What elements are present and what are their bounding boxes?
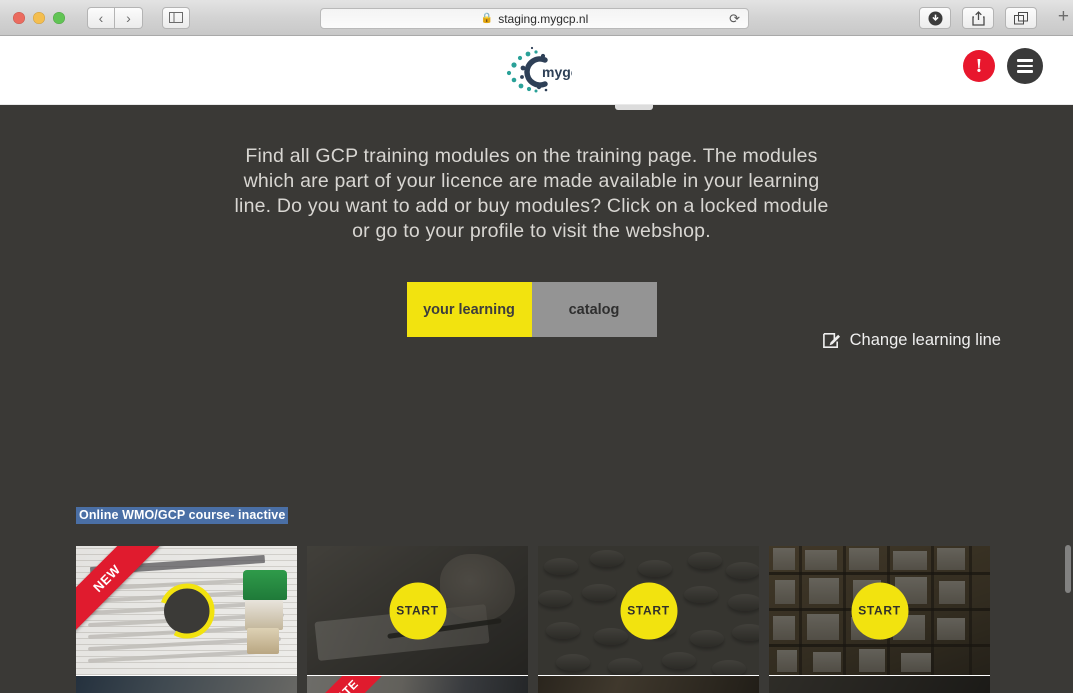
intro-text: Find all GCP training modules on the tra… (234, 145, 829, 242)
card-image: NEW (76, 546, 297, 675)
module-card[interactable] (76, 676, 297, 693)
module-card-grid: NEW Basics Introductie START Steps Opzet (76, 546, 996, 693)
start-button[interactable]: START (389, 582, 446, 639)
module-card[interactable]: START Steps Indiening (769, 546, 990, 693)
mygcp-logo[interactable]: mygcp (502, 46, 587, 96)
show-tabs-button[interactable] (1005, 7, 1037, 29)
alert-icon[interactable]: ! (963, 50, 995, 82)
learning-tabs: your learning catalog (406, 282, 657, 337)
burger-line (1017, 70, 1033, 73)
module-card[interactable] (769, 676, 990, 693)
new-tab-button[interactable]: + (1058, 7, 1069, 26)
close-window-button[interactable] (13, 11, 25, 24)
tabs-icon (1013, 11, 1028, 24)
chevron-left-icon: ‹ (98, 9, 104, 26)
start-button[interactable]: START (851, 582, 908, 639)
chevron-right-icon: › (126, 9, 131, 26)
module-card[interactable]: UPDATE (307, 676, 528, 693)
header-icons: ! (963, 48, 1043, 84)
module-card[interactable]: NEW Basics Introductie (76, 546, 297, 693)
address-bar[interactable]: 🔒 staging.mygcp.nl ⟳ (320, 8, 749, 29)
reload-icon[interactable]: ⟳ (729, 11, 740, 27)
burger-line (1017, 59, 1033, 62)
lock-icon: 🔒 (480, 13, 494, 24)
module-card[interactable]: START Steps Opzet (307, 546, 528, 693)
image-overlay (769, 676, 990, 693)
forward-button[interactable]: › (115, 6, 143, 29)
card-image: START (769, 546, 990, 675)
navigation-buttons: ‹ › (87, 6, 143, 29)
page-scrollbar-thumb[interactable] (1065, 545, 1071, 593)
jar-stack (247, 628, 279, 654)
share-button[interactable] (962, 7, 994, 29)
module-card-grid-row2: UPDATE (76, 676, 996, 693)
learning-line-heading: Online WMO/GCP course- inactive (76, 506, 289, 524)
svg-text:mygcp: mygcp (542, 64, 572, 80)
scroll-indicator-nub (615, 105, 653, 110)
tab-catalog[interactable]: catalog (531, 282, 657, 337)
address-bar-url: staging.mygcp.nl (498, 11, 589, 26)
jar-stack (245, 600, 283, 630)
sidebar-icon (169, 12, 183, 23)
browser-toolbar: ‹ › 🔒 staging.mygcp.nl ⟳ + (0, 0, 1073, 36)
site-header: mygcp ! (0, 36, 1073, 105)
page-content: Find all GCP training modules on the tra… (0, 105, 1063, 693)
back-button[interactable]: ‹ (87, 6, 115, 29)
edit-square-icon (822, 333, 840, 348)
downloads-button[interactable] (919, 7, 951, 29)
start-button[interactable]: START (620, 582, 677, 639)
change-learning-line-button[interactable]: Change learning line (822, 331, 1001, 350)
module-card[interactable] (538, 676, 759, 693)
module-card[interactable]: START Steps Voorbereiding (538, 546, 759, 693)
learning-line-title: Online WMO/GCP course- inactive (76, 507, 289, 524)
card-image: START (307, 546, 528, 675)
hamburger-menu-icon[interactable] (1007, 48, 1043, 84)
downloads-icon (928, 11, 942, 25)
image-overlay (76, 676, 297, 693)
green-jar (243, 570, 287, 600)
image-overlay (538, 676, 759, 693)
progress-ring-icon (159, 583, 214, 638)
card-image: START (538, 546, 759, 675)
show-sidebar-button[interactable] (162, 6, 190, 29)
page-scrollbar-track[interactable] (1063, 105, 1073, 693)
share-icon (971, 10, 985, 26)
change-learning-line-label: Change learning line (849, 331, 1001, 349)
mygcp-logo-icon: mygcp (506, 46, 587, 93)
toolbar-right-buttons (919, 7, 1037, 29)
minimize-window-button[interactable] (33, 11, 45, 24)
maximize-window-button[interactable] (53, 11, 65, 24)
window-traffic-lights (13, 11, 65, 24)
burger-line (1017, 64, 1033, 68)
tab-your-learning[interactable]: your learning (406, 282, 532, 337)
